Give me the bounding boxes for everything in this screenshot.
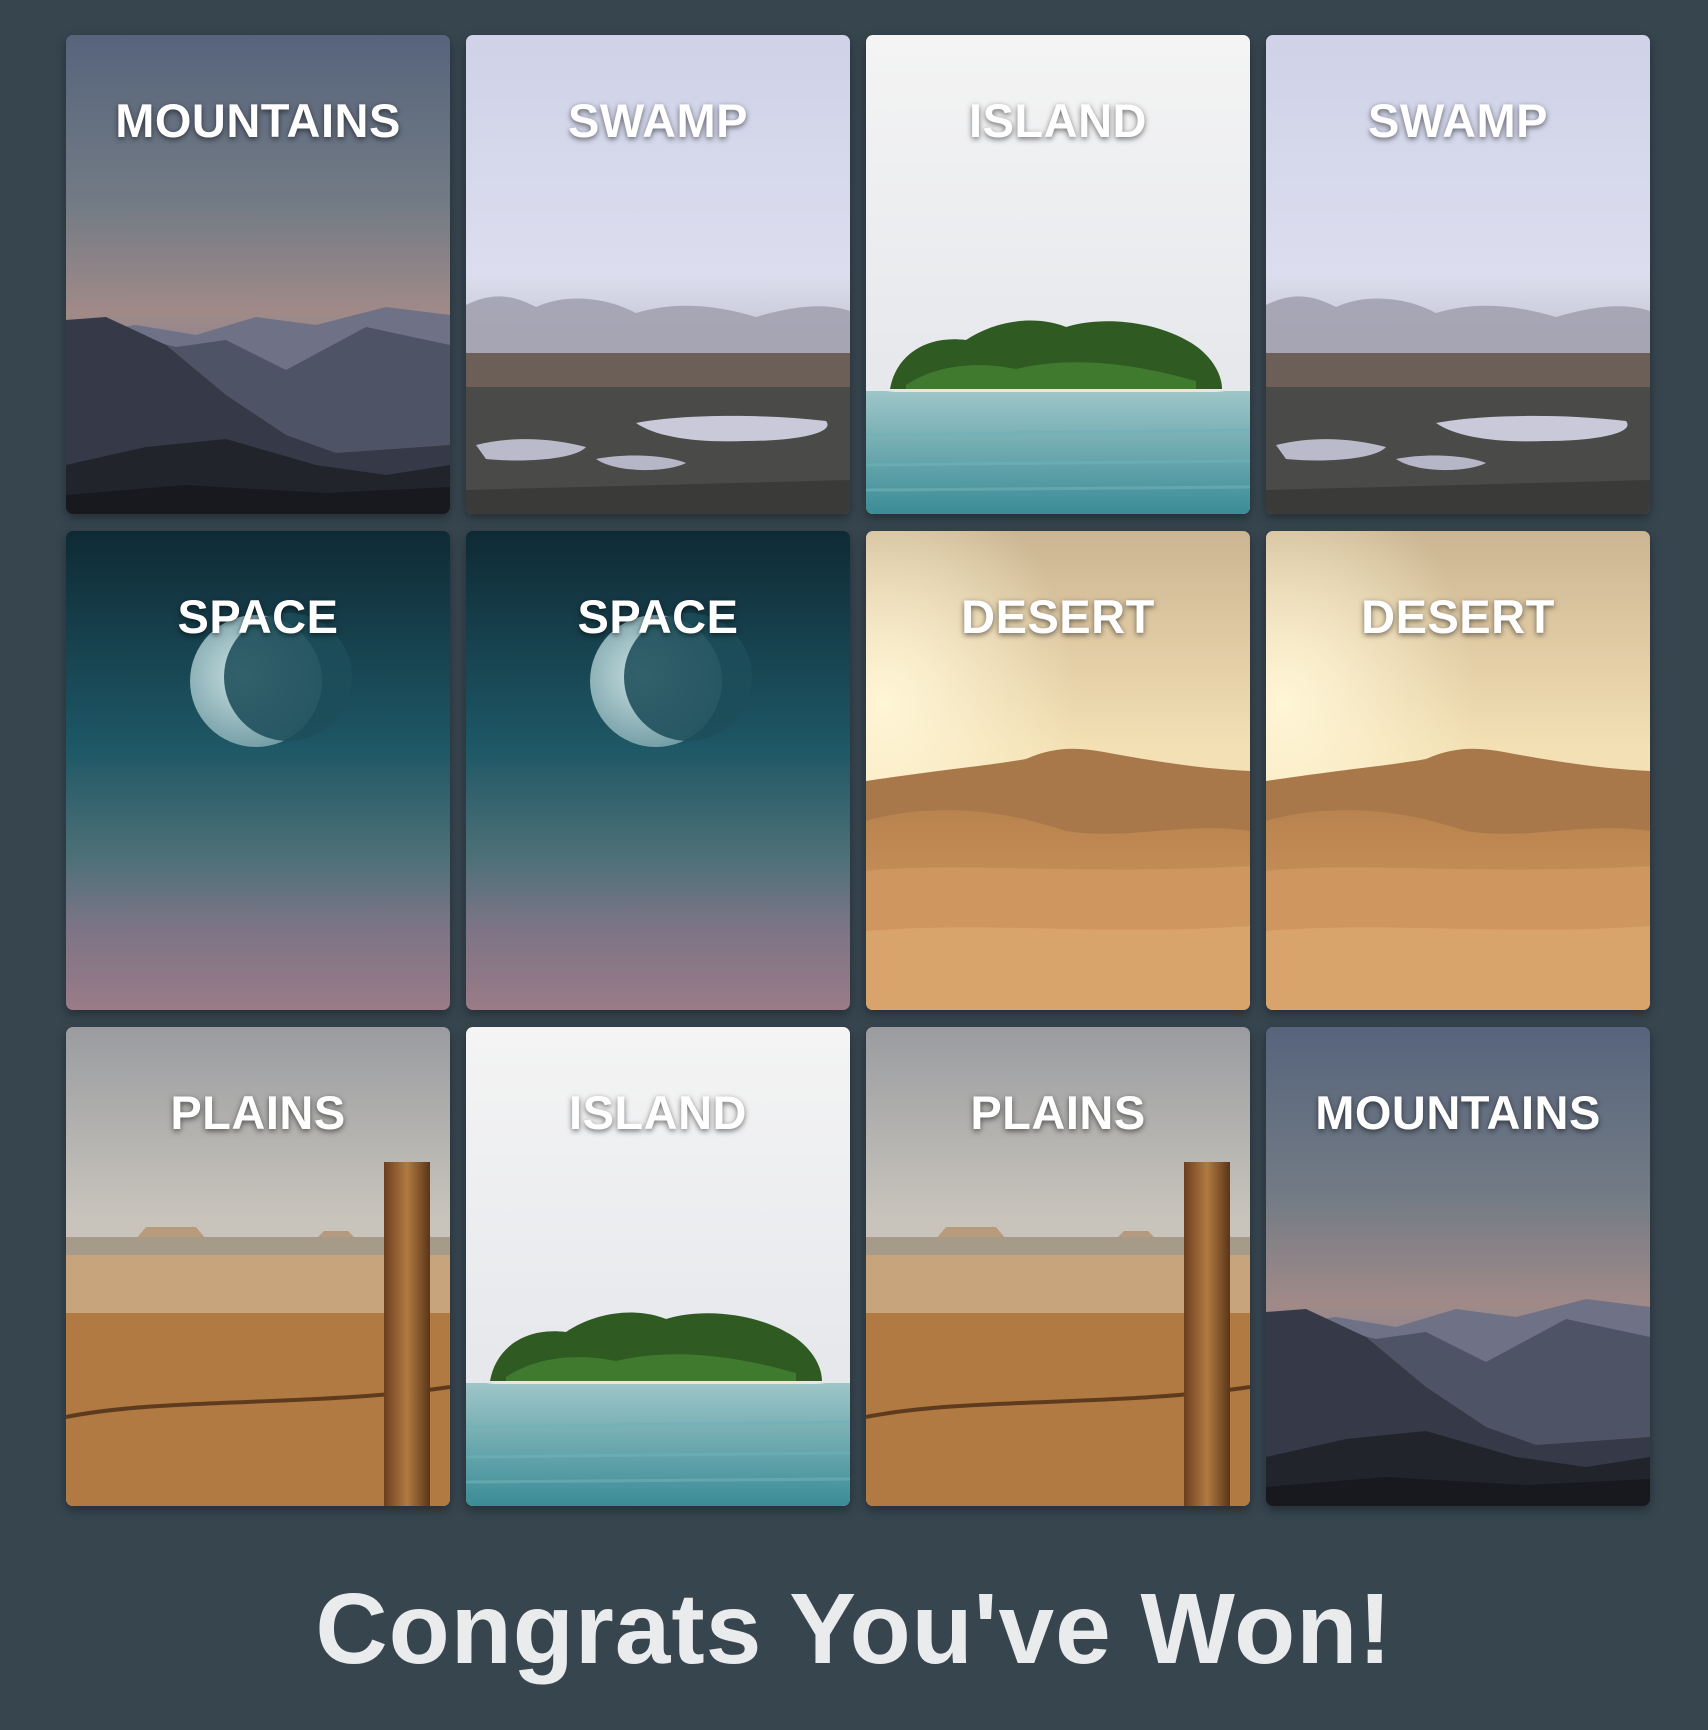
mountains-scene-image: [1266, 1027, 1650, 1506]
card-mountains[interactable]: MOUNTAINS: [1266, 1027, 1650, 1506]
mountains-scene-image: [66, 35, 450, 514]
plains-scene-image: [66, 1027, 450, 1506]
card-grid: MOUNTAINS SWAMP ISLAND SWAMP SPACE SPACE…: [66, 35, 1650, 1506]
card-swamp[interactable]: SWAMP: [1266, 35, 1650, 514]
card-space[interactable]: SPACE: [466, 531, 850, 1010]
card-desert[interactable]: DESERT: [866, 531, 1250, 1010]
desert-scene-image: [866, 531, 1250, 1010]
card-desert[interactable]: DESERT: [1266, 531, 1650, 1010]
card-island[interactable]: ISLAND: [866, 35, 1250, 514]
win-message: Congrats You've Won!: [315, 1573, 1393, 1685]
plains-scene-image: [866, 1027, 1250, 1506]
card-island[interactable]: ISLAND: [466, 1027, 850, 1506]
swamp-scene-image: [466, 35, 850, 514]
island-scene-image: [866, 35, 1250, 514]
card-swamp[interactable]: SWAMP: [466, 35, 850, 514]
space-scene-image: [66, 531, 450, 1010]
space-scene-image: [466, 531, 850, 1010]
swamp-scene-image: [1266, 35, 1650, 514]
card-mountains[interactable]: MOUNTAINS: [66, 35, 450, 514]
desert-scene-image: [1266, 531, 1650, 1010]
card-plains[interactable]: PLAINS: [66, 1027, 450, 1506]
card-space[interactable]: SPACE: [66, 531, 450, 1010]
card-plains[interactable]: PLAINS: [866, 1027, 1250, 1506]
island-scene-image: [466, 1027, 850, 1506]
